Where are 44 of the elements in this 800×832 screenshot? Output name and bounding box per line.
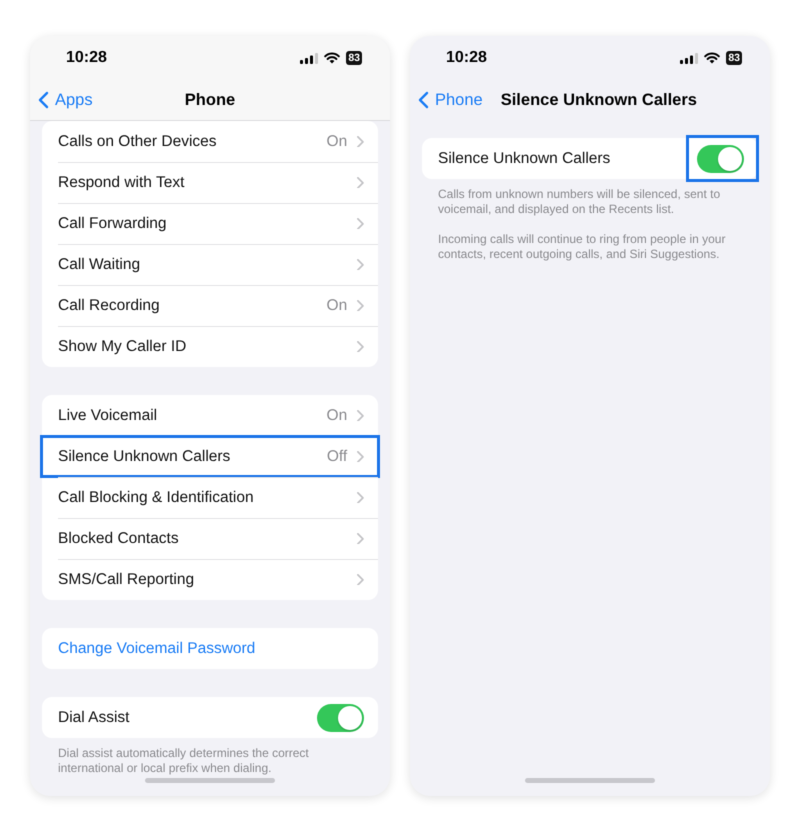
toggle-switch[interactable] xyxy=(697,144,744,172)
footer-note: Incoming calls will continue to ring from people in your contacts, recent outgoing calls, and Siri Suggestions. xyxy=(437,231,726,262)
toggle-switch[interactable] xyxy=(317,704,364,732)
chevron-icon xyxy=(357,492,364,504)
setting-label: Dial Assist xyxy=(58,708,130,726)
chevron-icon xyxy=(357,450,364,462)
footer-note: Calls from unknown numbers will be silenced, sent to voicemail, and displayed on the Recents list. xyxy=(437,186,722,217)
setting-label: Silence Unknown Callers xyxy=(438,150,612,168)
settings-row[interactable]: Call Recording On xyxy=(42,285,378,326)
settings-link[interactable]: Change Voicemail Password xyxy=(58,640,364,658)
back-button[interactable]: Phone xyxy=(416,88,485,112)
back-chevron-icon xyxy=(418,91,429,109)
battery-level: 83 xyxy=(346,51,362,65)
settings-row[interactable]: Calls on Other Devices On xyxy=(42,121,378,162)
chevron-icon xyxy=(357,574,364,586)
settings-row[interactable]: Call Forwarding xyxy=(42,203,378,244)
chevron-icon xyxy=(357,340,364,352)
wifi-icon xyxy=(324,52,340,64)
settings-row[interactable]: Respond with Text xyxy=(42,162,378,203)
chevron-icon xyxy=(357,532,364,544)
status-time: 10:28 xyxy=(66,49,107,67)
settings-row[interactable]: Call Waiting xyxy=(42,244,378,285)
wifi-icon xyxy=(704,52,720,64)
battery-level: 83 xyxy=(726,51,742,65)
chevron-icon xyxy=(357,300,364,312)
chevron-icon xyxy=(357,258,364,270)
screen-title: Silence Unknown Callers xyxy=(500,90,697,110)
back-chevron-icon xyxy=(38,91,49,109)
signal-icon xyxy=(680,52,698,64)
settings-row[interactable]: Blocked Contacts xyxy=(42,518,378,559)
chevron-icon xyxy=(357,136,364,148)
footer-note: Dial assist automatically determines the correct international or local prefix when dialing. xyxy=(57,745,310,776)
chevron-icon xyxy=(357,176,364,188)
settings-row[interactable]: Show My Caller ID xyxy=(42,326,378,367)
screen-title: Phone xyxy=(184,90,236,110)
settings-row[interactable]: Live Voicemail On xyxy=(42,395,378,436)
status-time: 10:28 xyxy=(446,49,487,67)
chevron-icon xyxy=(357,410,364,422)
settings-row[interactable]: SMS/Call Reporting xyxy=(42,559,378,600)
settings-row[interactable]: Call Blocking & Identification xyxy=(42,477,378,518)
signal-icon xyxy=(300,52,318,64)
chevron-icon xyxy=(357,218,364,230)
settings-row[interactable]: Silence Unknown Callers Off xyxy=(42,436,378,477)
back-button[interactable]: Apps xyxy=(36,88,95,112)
